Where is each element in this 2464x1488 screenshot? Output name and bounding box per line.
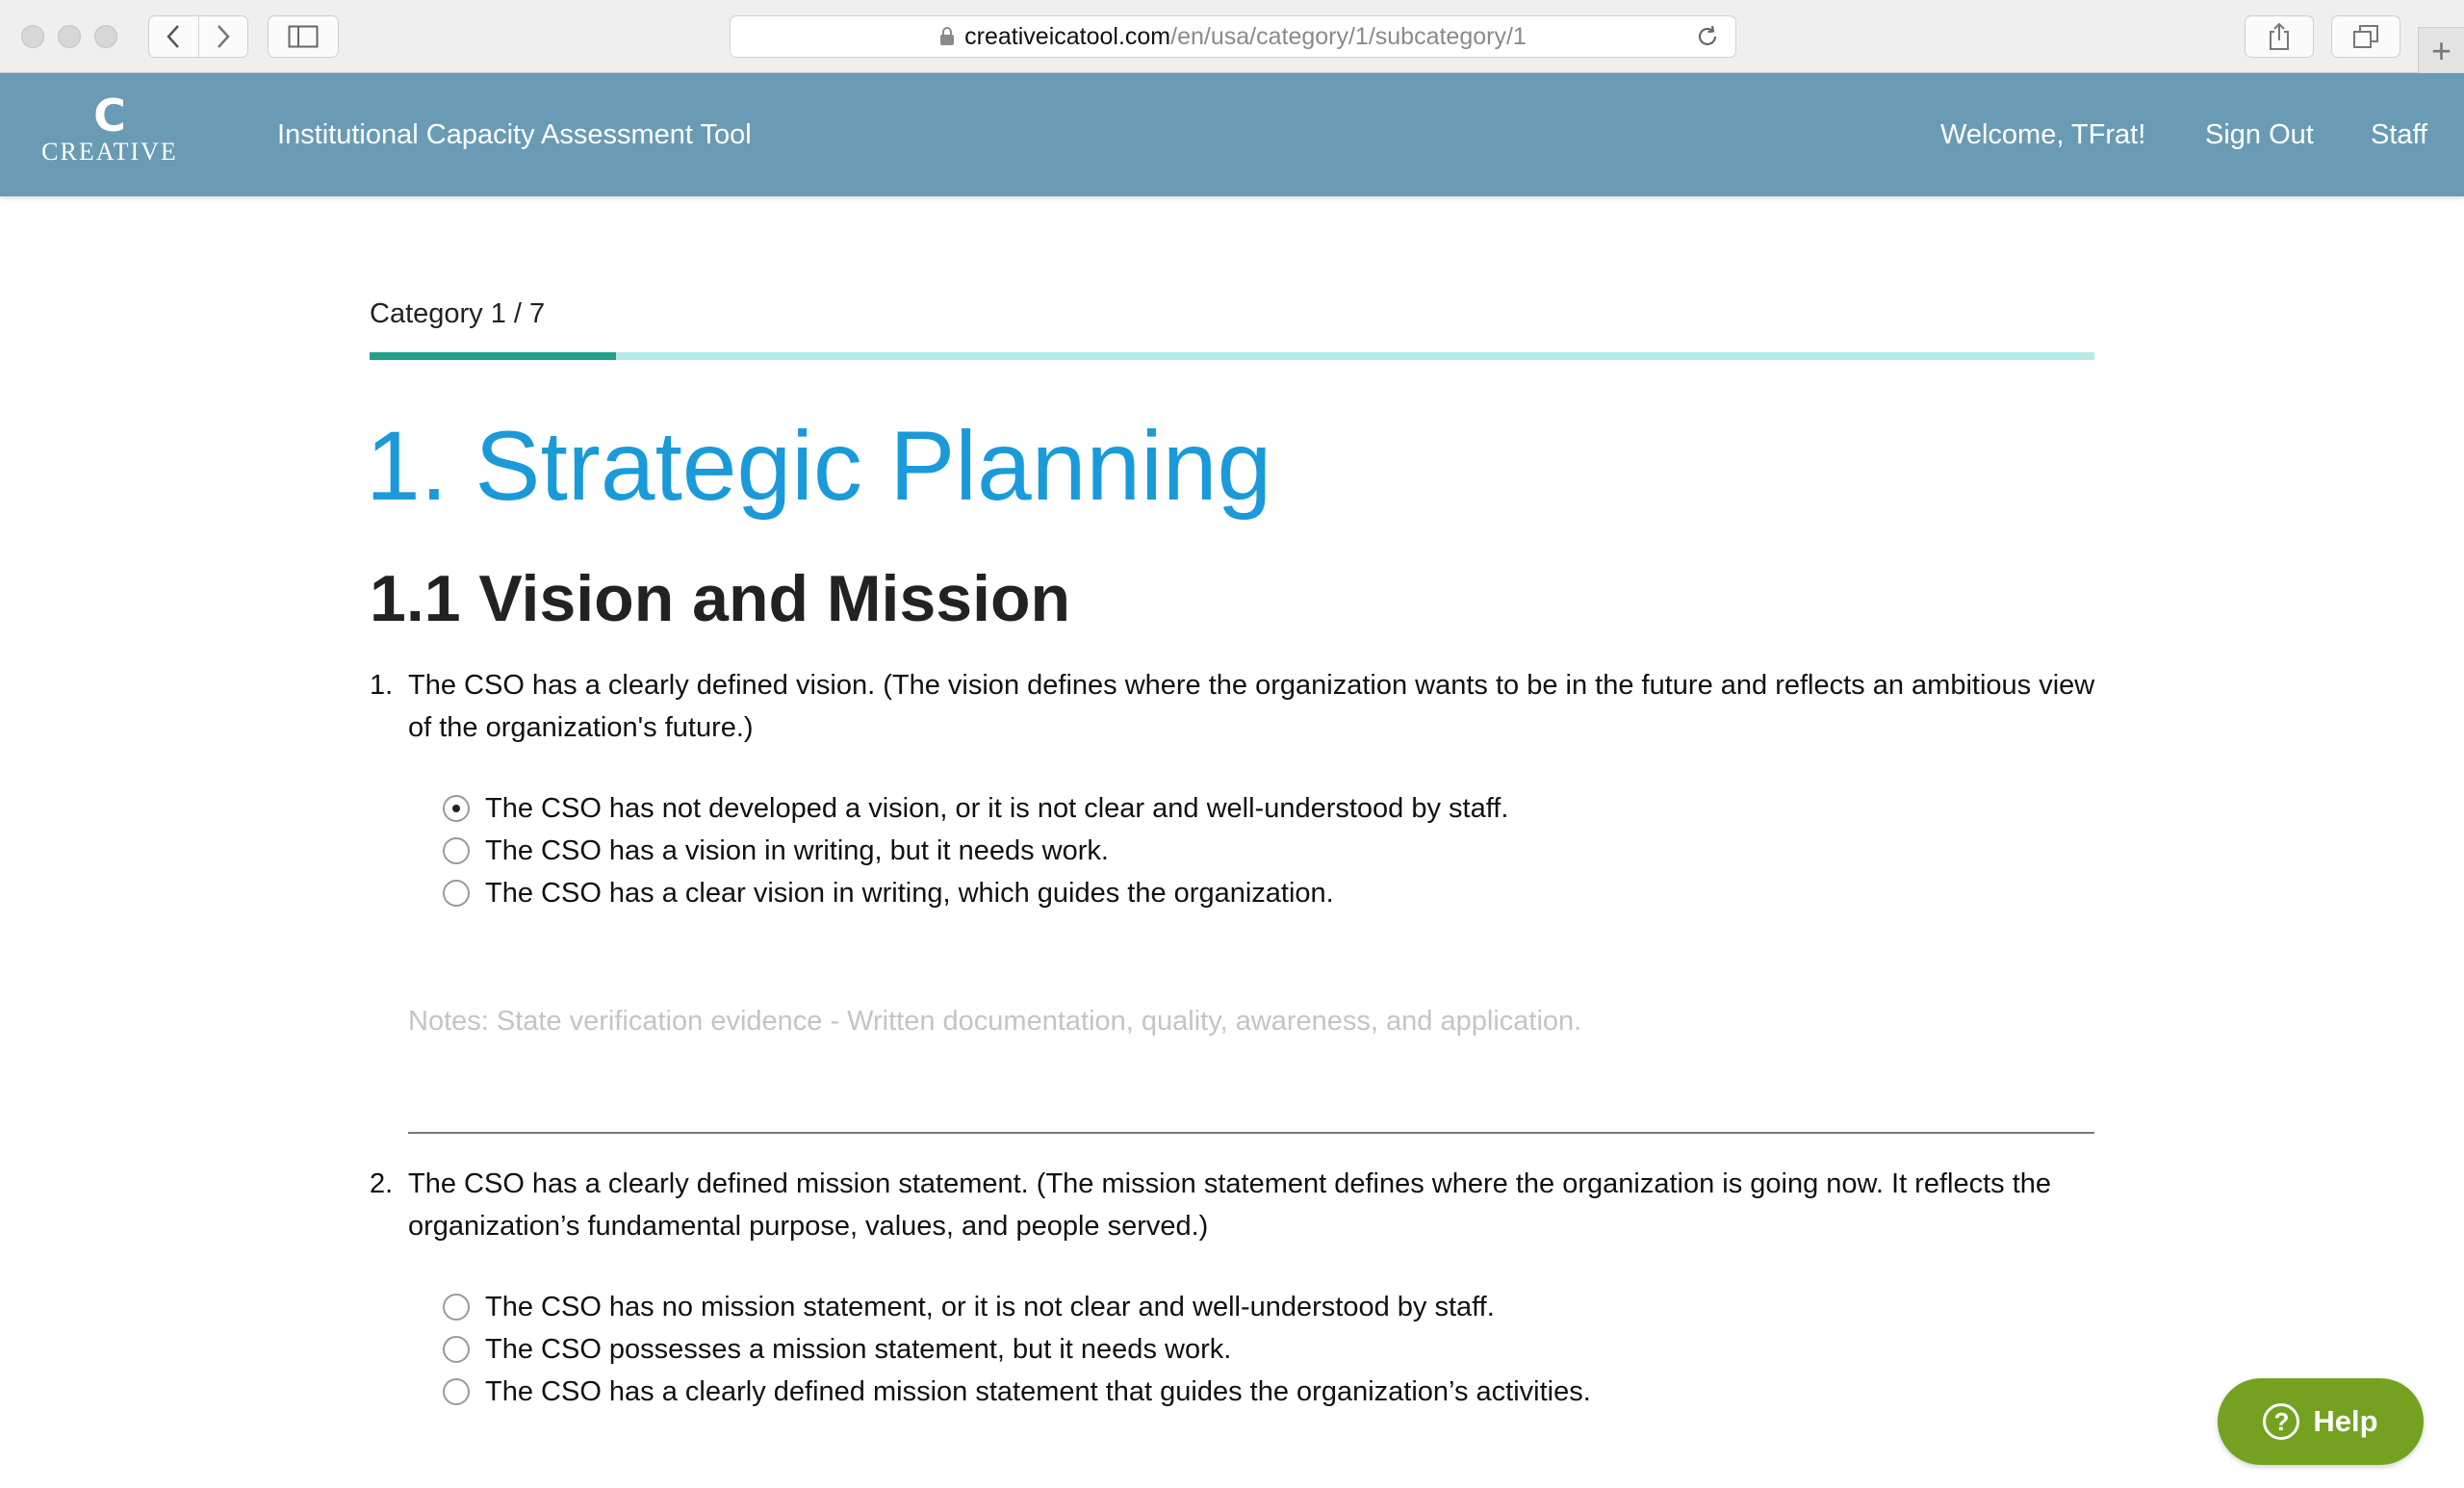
radio-button[interactable] — [443, 1378, 470, 1405]
category-progress-bar — [370, 352, 2094, 360]
sign-out-link[interactable]: Sign Out — [2205, 115, 2314, 154]
category-title: 1. Strategic Planning — [366, 411, 1272, 521]
question-number: 1. — [370, 670, 394, 701]
question-mark-icon: ? — [2263, 1403, 2300, 1440]
close-window-button[interactable] — [21, 25, 44, 48]
back-button[interactable] — [149, 16, 198, 57]
app-header: C CREATIVE Institutional Capacity Assess… — [0, 73, 2464, 196]
sidebar-toggle-button[interactable] — [268, 15, 339, 58]
question-1-option-1[interactable]: The CSO has not developed a vision, or i… — [443, 787, 1508, 830]
question-2-option-3[interactable]: The CSO has a clearly defined mission st… — [443, 1371, 1591, 1413]
minimize-window-button[interactable] — [58, 25, 81, 48]
option-label: The CSO has a vision in writing, but it … — [485, 834, 1109, 866]
creative-logo[interactable]: C CREATIVE — [27, 90, 192, 166]
tabs-overview-icon — [2353, 25, 2378, 48]
question-1-option-2[interactable]: The CSO has a vision in writing, but it … — [443, 830, 1109, 872]
category-progress-label: Category 1 / 7 — [370, 298, 546, 329]
question-2-option-1[interactable]: The CSO has no mission statement, or it … — [443, 1286, 1495, 1328]
chevron-left-icon — [167, 25, 180, 48]
app-title[interactable]: Institutional Capacity Assessment Tool — [277, 115, 752, 154]
reload-icon[interactable] — [1695, 24, 1720, 49]
radio-button[interactable] — [443, 1336, 470, 1363]
show-tabs-button[interactable] — [2331, 15, 2400, 58]
help-button[interactable]: ? Help — [2218, 1378, 2424, 1465]
option-label: The CSO has a clearly defined mission st… — [485, 1375, 1591, 1407]
option-label: The CSO has a clear vision in writing, w… — [485, 877, 1334, 909]
option-label: The CSO has not developed a vision, or i… — [485, 792, 1509, 824]
zoom-window-button[interactable] — [94, 25, 117, 48]
address-bar[interactable]: creativeicatool.com/en/usa/category/1/su… — [730, 15, 1736, 58]
radio-button[interactable] — [443, 837, 470, 864]
browser-toolbar: creativeicatool.com/en/usa/category/1/su… — [0, 0, 2464, 73]
share-button[interactable] — [2245, 15, 2314, 58]
sidebar-icon — [288, 25, 319, 48]
logo-text: CREATIVE — [41, 138, 178, 166]
question-number: 2. — [370, 1168, 394, 1199]
url-domain: creativeicatool.com — [964, 22, 1171, 50]
logo-mark: C — [93, 90, 126, 141]
chevron-right-icon — [217, 25, 230, 48]
question-text: The CSO has a clearly defined vision. (T… — [408, 670, 2095, 743]
lock-icon — [940, 27, 955, 45]
question-2-option-2[interactable]: The CSO possesses a mission statement, b… — [443, 1328, 1231, 1371]
radio-button[interactable] — [443, 795, 470, 822]
radio-button[interactable] — [443, 880, 470, 907]
category-progress-fill — [370, 352, 616, 360]
url-path: /en/usa/category/1/subcategory/1 — [1170, 22, 1527, 50]
welcome-user-link[interactable]: Welcome, TFrat! — [1940, 115, 2145, 154]
question-1-notes-field[interactable] — [408, 1001, 2094, 1134]
question-1-option-3[interactable]: The CSO has a clear vision in writing, w… — [443, 872, 1334, 914]
radio-button[interactable] — [443, 1294, 470, 1321]
forward-button[interactable] — [197, 16, 248, 57]
staff-link[interactable]: Staff — [2371, 115, 2427, 154]
share-icon — [2270, 22, 2289, 50]
help-label: Help — [2313, 1404, 2378, 1438]
option-label: The CSO has no mission statement, or it … — [485, 1291, 1495, 1322]
new-tab-button[interactable]: + — [2418, 27, 2464, 73]
option-label: The CSO possesses a mission statement, b… — [485, 1333, 1232, 1365]
subcategory-title: 1.1 Vision and Mission — [370, 562, 1071, 635]
history-nav — [148, 15, 248, 58]
question-text: The CSO has a clearly defined mission st… — [408, 1168, 2052, 1242]
